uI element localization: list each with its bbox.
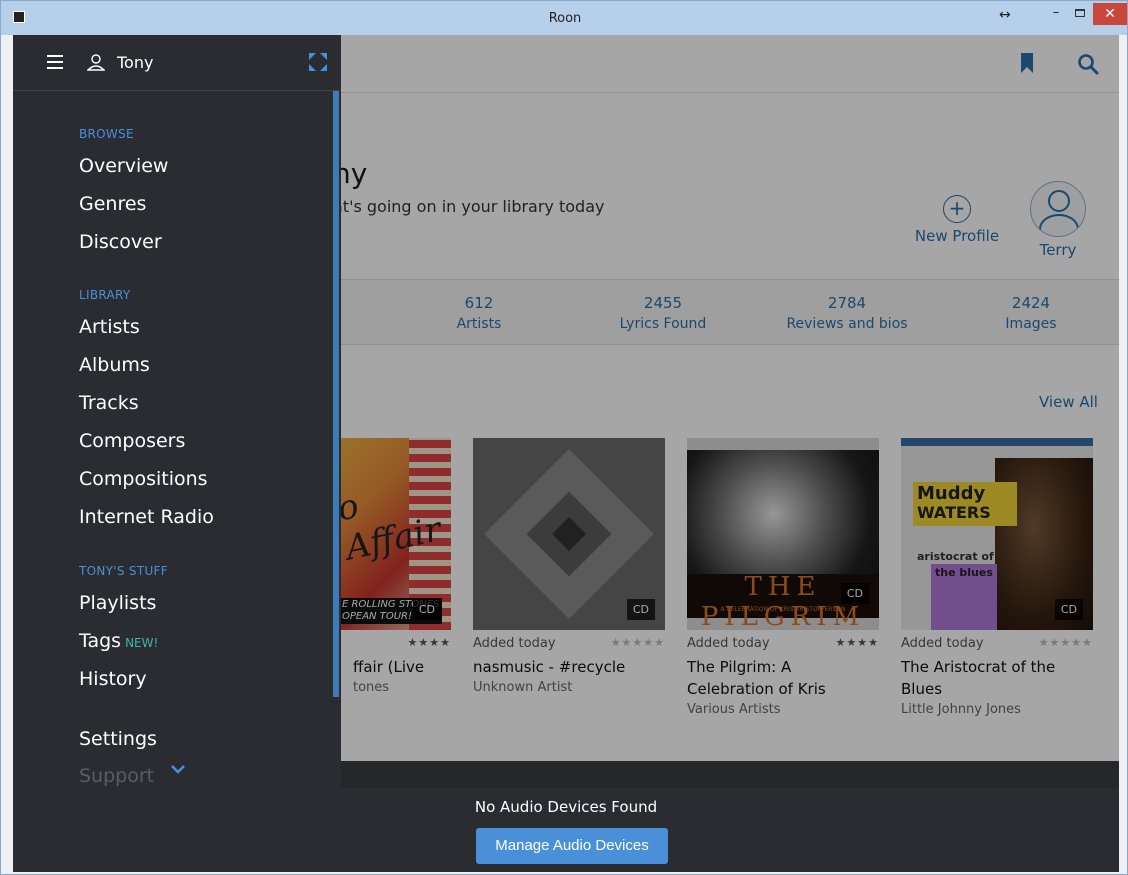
sidebar-item-history[interactable]: History — [79, 668, 147, 690]
title-bar[interactable]: Roon ↔ – ✕ — [1, 1, 1127, 35]
chevron-down-icon[interactable] — [171, 765, 185, 775]
expand-icon[interactable] — [307, 51, 329, 73]
app-window: Roon ↔ – ✕ ny at's going on in your libr… — [0, 0, 1128, 875]
user-icon — [87, 54, 105, 71]
section-tonys-stuff: TONY'S STUFF — [79, 564, 168, 578]
new-badge: NEW! — [125, 636, 159, 650]
maximize-button[interactable] — [1071, 5, 1089, 23]
close-icon: ✕ — [1104, 6, 1116, 22]
sidebar-scrollbar[interactable] — [333, 91, 339, 697]
sidebar-item-discover[interactable]: Discover — [79, 231, 162, 253]
minimize-button[interactable]: – — [1047, 5, 1065, 23]
window-title: Roon — [548, 11, 582, 26]
sidebar-item-tracks[interactable]: Tracks — [79, 392, 139, 414]
no-audio-devices-message: No Audio Devices Found — [474, 798, 658, 816]
section-browse: BROWSE — [79, 127, 134, 141]
sidebar-item-albums[interactable]: Albums — [79, 354, 150, 376]
sidebar-item-support[interactable]: Support — [79, 765, 154, 788]
sidebar-item-playlists[interactable]: Playlists — [79, 592, 156, 614]
audio-device-bar: No Audio Devices Found Manage Audio Devi… — [13, 788, 1119, 872]
sidebar-item-overview[interactable]: Overview — [79, 155, 168, 177]
sidebar-item-composers[interactable]: Composers — [79, 430, 185, 452]
sidebar-item-compositions[interactable]: Compositions — [79, 468, 208, 490]
user-name[interactable]: Tony — [117, 53, 153, 72]
resize-arrows-icon[interactable]: ↔ — [999, 7, 1011, 23]
sidebar-item-label: Tags — [79, 630, 122, 652]
manage-audio-devices-button[interactable]: Manage Audio Devices — [476, 828, 668, 864]
sidebar-item-artists[interactable]: Artists — [79, 316, 140, 338]
maximize-icon — [1075, 9, 1085, 17]
sidebar-header: Tony — [13, 35, 341, 91]
section-library: LIBRARY — [79, 288, 131, 302]
sidebar-item-internet-radio[interactable]: Internet Radio — [79, 506, 214, 528]
sidebar-item-settings[interactable]: Settings — [79, 728, 157, 750]
close-button[interactable]: ✕ — [1093, 3, 1127, 25]
sidebar-menu: Tony BROWSE Overview Genres Discover LIB… — [13, 35, 341, 788]
hamburger-menu-icon[interactable] — [47, 55, 63, 69]
sidebar-item-genres[interactable]: Genres — [79, 193, 146, 215]
sidebar-item-tags[interactable]: Tags NEW! — [79, 630, 158, 652]
